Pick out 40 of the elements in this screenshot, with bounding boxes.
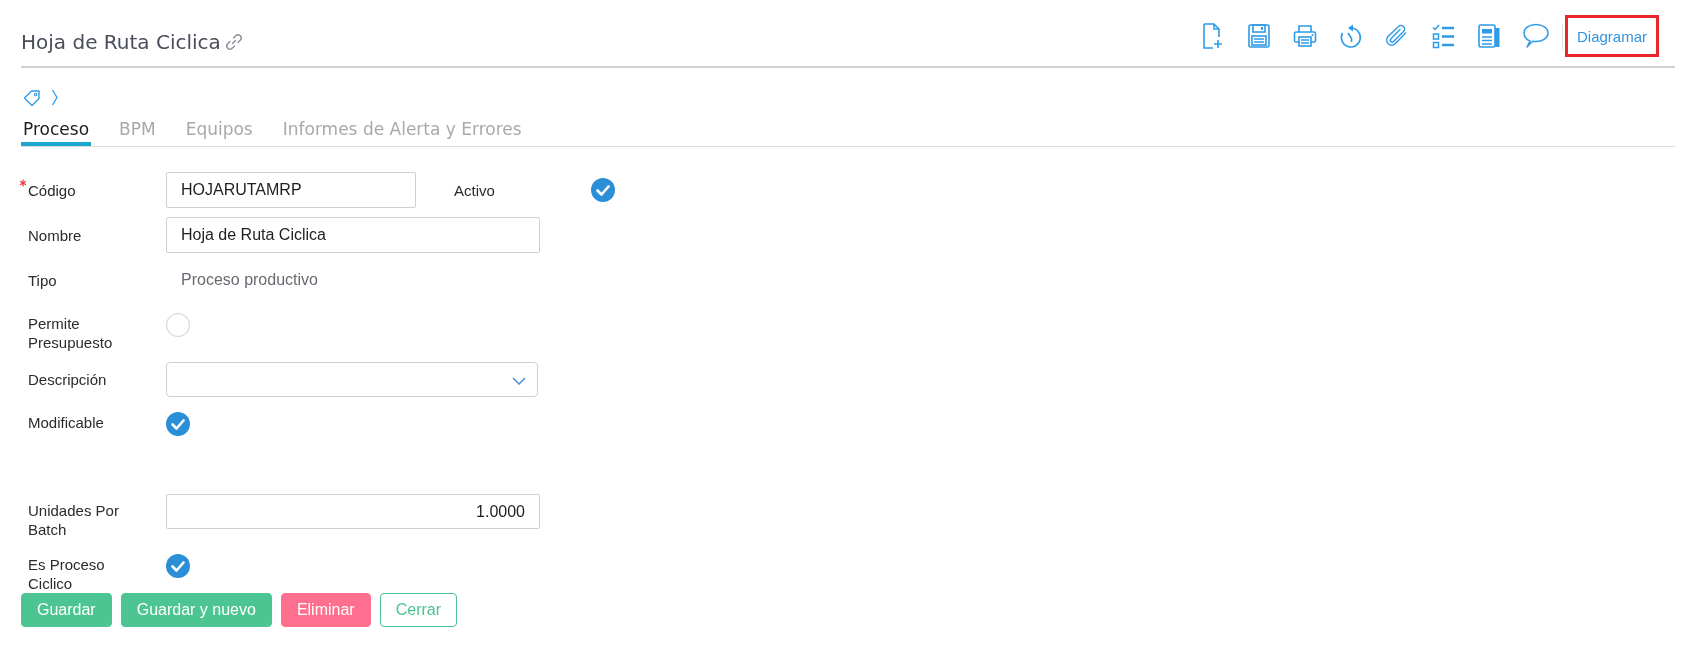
number-field[interactable]: 1.0000 [166, 494, 540, 529]
link-icon[interactable] [223, 31, 244, 52]
field-label: Nombre [28, 225, 83, 245]
checkbox[interactable] [166, 412, 190, 436]
close-button[interactable]: Cerrar [379, 593, 458, 627]
field-label: Tipo [28, 270, 58, 290]
text-field[interactable]: Hoja de Ruta Ciclica [166, 217, 540, 253]
checkbox[interactable] [166, 554, 190, 578]
diagramar-button[interactable]: Diagramar [1564, 15, 1659, 57]
field-label: Activo [454, 181, 496, 199]
page-title: Hoja de Ruta Ciclica [21, 28, 221, 55]
tab[interactable]: Informes de Alerta y Errores [280, 118, 524, 146]
text-field[interactable]: HOJARUTAMRP [166, 172, 416, 208]
save-and-new-button[interactable]: Guardar y nuevo [120, 593, 272, 627]
tag-icon[interactable] [23, 89, 41, 106]
field-label: Código [28, 180, 77, 200]
chevron-right-icon [51, 89, 59, 106]
field-label: Es Proceso Ciclico [28, 555, 106, 593]
delete-button[interactable]: Eliminar [280, 593, 371, 627]
checkbox[interactable] [166, 313, 190, 337]
paperclip-icon[interactable] [1384, 23, 1409, 49]
field-label: Descripción [28, 369, 108, 389]
save-button[interactable]: Guardar [21, 593, 112, 627]
printer-icon[interactable] [1292, 23, 1317, 49]
field-label: Permite Presupuesto [28, 314, 114, 352]
chevron-down-icon [512, 377, 526, 385]
tab[interactable]: BPM [117, 118, 158, 146]
speech-bubble-icon[interactable] [1522, 23, 1549, 49]
tab[interactable]: Proceso [21, 118, 92, 146]
field-label: Modificable [28, 413, 105, 432]
field-label: Unidades Por Batch [28, 501, 120, 539]
tab[interactable]: Equipos [183, 118, 255, 146]
checkbox[interactable] [591, 178, 615, 202]
new-document-icon[interactable] [1200, 23, 1225, 49]
dropdown-field[interactable] [166, 361, 538, 397]
history-icon[interactable] [1338, 23, 1363, 49]
field-value: Proceso productivo [180, 271, 318, 289]
save-icon[interactable] [1246, 23, 1271, 49]
checklist-icon[interactable] [1430, 23, 1455, 49]
document-icon[interactable] [1476, 23, 1501, 49]
